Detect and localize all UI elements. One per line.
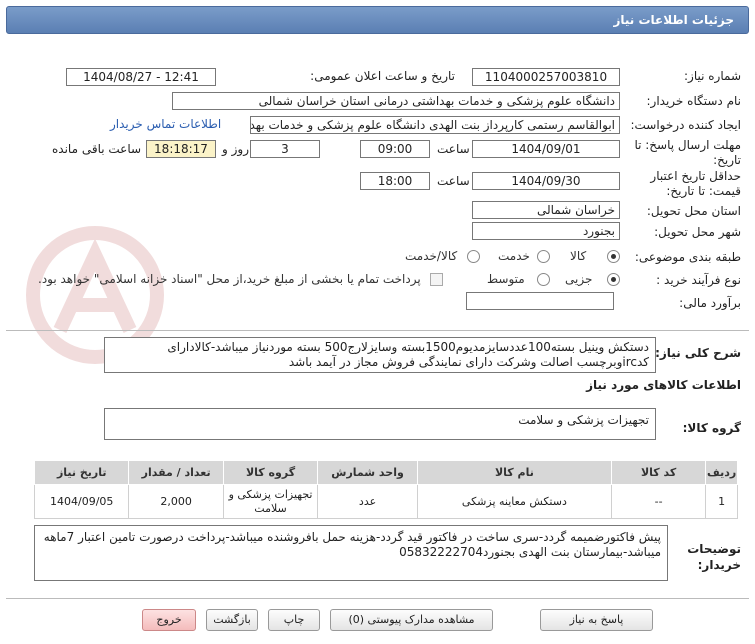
- remaining-time-label: ساعت باقی مانده: [52, 142, 142, 156]
- description-text: دستکش وینیل بسته100عددسایزمدیوم1500بسته …: [104, 337, 656, 373]
- process-label: نوع فرآیند خرید :: [656, 273, 741, 287]
- category-option-goods: کالا: [570, 249, 587, 263]
- header-item-code: کد کالا: [610, 460, 707, 485]
- process-radio-medium[interactable]: [537, 273, 550, 286]
- table-row: 1 -- دستکش معاینه پزشکی عدد تجهیزات پزشک…: [33, 484, 738, 519]
- category-option-service: خدمت: [498, 249, 530, 263]
- buyer-notes-label: توضیحات خریدار:: [687, 542, 741, 572]
- deadline-time-label: ساعت: [437, 142, 470, 156]
- header-quantity: تعداد / مقدار: [128, 460, 224, 485]
- exit-button[interactable]: خروج: [142, 609, 196, 631]
- category-label: طبقه بندی موضوعی:: [634, 250, 741, 264]
- estimate-field[interactable]: [466, 292, 614, 310]
- validity-time-field: 18:00: [360, 172, 430, 190]
- process-option-minor: جزیی: [565, 272, 593, 286]
- announce-label: تاریخ و ساعت اعلان عمومی:: [310, 69, 455, 83]
- province-field: خراسان شمالی: [472, 201, 620, 219]
- validity-label: حداقل تاریخ اعتبار قیمت: تا تاریخ:: [650, 169, 741, 198]
- buyer-field: دانشگاه علوم پزشکی و خدمات بهداشتی درمان…: [172, 92, 620, 110]
- description-label: شرح کلی نیاز:: [655, 346, 741, 360]
- print-button[interactable]: چاپ: [268, 609, 320, 631]
- deadline-label: مهلت ارسال پاسخ: تا تاریخ:: [634, 138, 741, 167]
- category-radio-goods[interactable]: [607, 250, 620, 263]
- goods-group-text: تجهیزات پزشکی و سلامت: [104, 408, 656, 440]
- cell-item-code: --: [610, 484, 707, 519]
- cell-unit: عدد: [317, 484, 418, 519]
- category-radio-both[interactable]: [467, 250, 480, 263]
- treasury-payment-checkbox[interactable]: [430, 273, 443, 286]
- days-label: روز و: [222, 142, 249, 156]
- city-label: شهر محل تحویل:: [654, 225, 741, 239]
- province-label: استان محل تحویل:: [646, 204, 741, 218]
- treasury-payment-text: پرداخت تمام یا بخشی از مبلغ خرید،از محل …: [38, 272, 421, 286]
- cell-need-date: 1404/09/05: [33, 484, 130, 519]
- estimate-label: برآورد مالی:: [679, 296, 741, 310]
- reply-button[interactable]: پاسخ به نیاز: [540, 609, 653, 631]
- process-option-medium: متوسط: [487, 272, 525, 286]
- goods-info-title: اطلاعات کالاهای مورد نیاز: [586, 378, 741, 392]
- category-option-both: کالا/خدمت: [405, 249, 458, 263]
- header-row-number: ردیف: [705, 460, 738, 485]
- footer-divider: [6, 598, 749, 599]
- process-radio-minor[interactable]: [607, 273, 620, 286]
- header-unit: واحد شمارش: [317, 460, 418, 485]
- page-header: جزئیات اطلاعات نیاز: [6, 6, 749, 34]
- creator-field: ابوالقاسم رستمی کارپرداز بنت الهدی دانشگ…: [250, 116, 620, 134]
- back-button[interactable]: بازگشت: [206, 609, 258, 631]
- need-number-field: 1104000257003810: [472, 68, 620, 86]
- cell-row-number: 1: [705, 484, 738, 519]
- remaining-time-field: 18:18:17: [146, 140, 216, 158]
- validity-date-field: 1404/09/30: [472, 172, 620, 190]
- divider: [6, 330, 749, 331]
- buyer-label: نام دستگاه خریدار:: [646, 94, 742, 108]
- deadline-date-field: 1404/09/01: [472, 140, 620, 158]
- goods-group-label: گروه کالا:: [682, 421, 741, 435]
- announce-field: 1404/08/27 - 12:41: [66, 68, 216, 86]
- need-number-label: شماره نیاز:: [684, 69, 741, 83]
- buyer-notes-text: پیش فاکتورضمیمه گردد-سری ساخت در فاکتور …: [34, 525, 668, 581]
- items-table-container: ردیف کد کالا نام کالا واحد شمارش گروه کا…: [33, 460, 738, 519]
- city-field: بجنورد: [472, 222, 620, 240]
- header-need-date: تاریخ نیاز: [33, 460, 130, 485]
- creator-label: ایجاد کننده درخواست:: [630, 118, 741, 132]
- cell-item-group: تجهیزات پزشکی و سلامت: [222, 484, 319, 519]
- attachments-button[interactable]: مشاهده مدارک پیوستی (0): [330, 609, 493, 631]
- cell-quantity: 2,000: [128, 484, 224, 519]
- buyer-contact-link[interactable]: اطلاعات تماس خریدار: [110, 117, 221, 131]
- header-item-name: نام کالا: [416, 460, 612, 485]
- category-radio-service[interactable]: [537, 250, 550, 263]
- cell-item-name: دستکش معاینه پزشکی: [416, 484, 612, 519]
- header-item-group: گروه کالا: [222, 460, 319, 485]
- items-table: ردیف کد کالا نام کالا واحد شمارش گروه کا…: [33, 460, 738, 519]
- days-field: 3: [250, 140, 320, 158]
- validity-time-label: ساعت: [437, 174, 470, 188]
- deadline-time-field: 09:00: [360, 140, 430, 158]
